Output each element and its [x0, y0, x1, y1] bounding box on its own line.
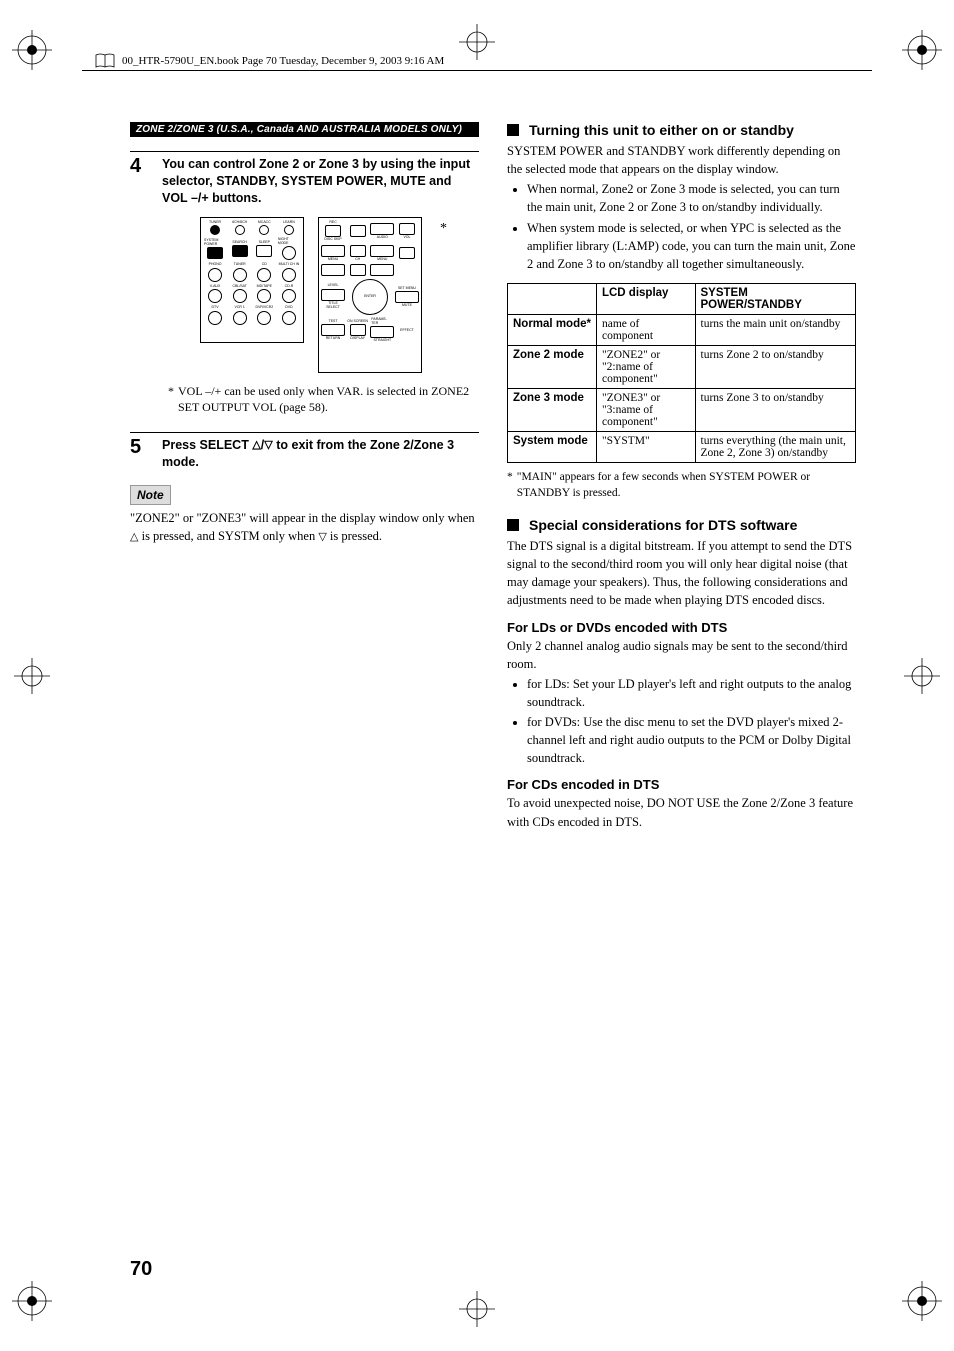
paragraph: To avoid unexpected noise, DO NOT USE th…	[507, 794, 856, 830]
next-button	[370, 264, 394, 276]
cdr-button	[282, 289, 296, 303]
paragraph: SYSTEM POWER and STANDBY work differentl…	[507, 142, 856, 178]
stop-button	[350, 225, 366, 237]
triangle-down-icon: ▽	[318, 532, 326, 543]
step-4: 4 You can control Zone 2 or Zone 3 by us…	[130, 151, 479, 207]
cblsat-button	[233, 289, 247, 303]
multichin-button	[282, 268, 296, 282]
table-row: Normal mode* name of component turns the…	[508, 314, 856, 345]
book-icon	[94, 52, 116, 70]
subheading-turning-unit: Turning this unit to either on or standb…	[507, 122, 856, 138]
pause-button	[350, 264, 366, 276]
dtv-button	[208, 311, 222, 325]
table-row: Zone 3 mode "ZONE3" or "3:name of compon…	[508, 388, 856, 431]
vol-plus-button	[399, 223, 415, 235]
paragraph: The DTS signal is a digital bitstream. I…	[507, 537, 856, 610]
note-body: "ZONE2" or "ZONE3" will appear in the di…	[130, 509, 479, 545]
header-rule	[82, 70, 872, 71]
square-bullet-icon	[507, 124, 519, 136]
triangle-down-icon: ▽	[264, 440, 272, 451]
search-button	[232, 245, 248, 257]
bullet-list: When normal, Zone2 or Zone 3 mode is sel…	[507, 180, 856, 273]
phono-button	[208, 268, 222, 282]
crop-mark-icon	[457, 1289, 497, 1329]
crop-mark-icon	[902, 656, 942, 696]
tuner-button	[233, 268, 247, 282]
list-item: for LDs: Set your LD player's left and r…	[527, 675, 856, 711]
step-text: You can control Zone 2 or Zone 3 by usin…	[162, 156, 479, 207]
remote-left-panel: TUNER 6CH/8CH MCACC LEARN SYSTEM POWER S…	[200, 217, 304, 343]
vaux-button	[208, 289, 222, 303]
vol-minus-button	[399, 247, 415, 259]
step-text: Press SELECT △/▽ to exit from the Zone 2…	[162, 437, 479, 471]
system-power-button	[207, 247, 223, 259]
mdtape-button	[257, 289, 271, 303]
triangle-up-icon: △	[252, 440, 260, 451]
display-button	[350, 324, 366, 336]
sleep-button	[256, 245, 272, 257]
ch-button	[350, 245, 366, 257]
step-number: 5	[130, 437, 148, 471]
page-number: 70	[130, 1258, 152, 1281]
subheading-cds: For CDs encoded in DTS	[507, 777, 856, 792]
table-header: LCD display	[596, 283, 695, 314]
table-row: System mode "SYSTM" turns everything (th…	[508, 431, 856, 462]
vcr1-button	[233, 311, 247, 325]
dvrvcr2-button	[257, 311, 271, 325]
enter-ring: ENTER	[352, 279, 388, 315]
6ch-button	[235, 225, 245, 235]
dvd-button	[282, 311, 296, 325]
mode-table: LCD display SYSTEM POWER/STANDBY Normal …	[507, 283, 856, 463]
menu-left-button	[321, 245, 345, 257]
paragraph: Only 2 channel analog audio signals may …	[507, 637, 856, 673]
crop-mark-icon	[902, 30, 942, 70]
figure-asterisk: *	[440, 221, 447, 237]
crop-mark-icon	[902, 1281, 942, 1321]
remote-figure: TUNER 6CH/8CH MCACC LEARN SYSTEM POWER S…	[168, 217, 479, 373]
cd-button	[257, 268, 271, 282]
crop-mark-icon	[457, 22, 497, 62]
step-number: 4	[130, 156, 148, 207]
square-bullet-icon	[507, 519, 519, 531]
list-item: for DVDs: Use the disc menu to set the D…	[527, 713, 856, 767]
crop-mark-icon	[12, 1281, 52, 1321]
header-text: 00_HTR-5790U_EN.book Page 70 Tuesday, De…	[122, 55, 444, 67]
return-button	[321, 324, 345, 336]
prev-button	[321, 264, 345, 276]
learn-button	[284, 225, 294, 235]
rec-button	[325, 225, 341, 237]
step-5: 5 Press SELECT △/▽ to exit from the Zone…	[130, 432, 479, 471]
tuner-button	[210, 225, 220, 235]
table-row: Zone 2 mode "ZONE2" or "2:name of compon…	[508, 345, 856, 388]
left-column: ZONE 2/ZONE 3 (U.S.A., Canada AND AUSTRA…	[130, 122, 479, 831]
right-column: Turning this unit to either on or standb…	[507, 122, 856, 831]
table-header: SYSTEM POWER/STANDBY	[695, 283, 855, 314]
straight-button	[370, 326, 394, 338]
menu-right-button	[370, 245, 394, 257]
bullet-list: for LDs: Set your LD player's left and r…	[507, 675, 856, 768]
page-header: 00_HTR-5790U_EN.book Page 70 Tuesday, De…	[94, 52, 444, 70]
step4-footnote: * VOL –/+ can be used only when VAR. is …	[168, 383, 479, 417]
section-title-bar: ZONE 2/ZONE 3 (U.S.A., Canada AND AUSTRA…	[130, 122, 479, 137]
crop-mark-icon	[12, 656, 52, 696]
subheading-dts: Special considerations for DTS software	[507, 517, 856, 533]
note-label: Note	[130, 485, 171, 505]
night-mode-button	[282, 246, 296, 260]
list-item: When normal, Zone2 or Zone 3 mode is sel…	[527, 180, 856, 216]
audio-button	[370, 223, 394, 235]
list-item: When system mode is selected, or when YP…	[527, 219, 856, 273]
table-footnote: * "MAIN" appears for a few seconds when …	[507, 469, 856, 501]
table-header	[508, 283, 597, 314]
mcacc-button	[259, 225, 269, 235]
crop-mark-icon	[12, 30, 52, 70]
subheading-lds-dvds: For LDs or DVDs encoded with DTS	[507, 620, 856, 635]
remote-right-panel: RECDISC SKIP AUDIO VOL MENU CH MENU	[318, 217, 422, 373]
mute-button	[395, 291, 419, 303]
title-button	[321, 289, 345, 301]
